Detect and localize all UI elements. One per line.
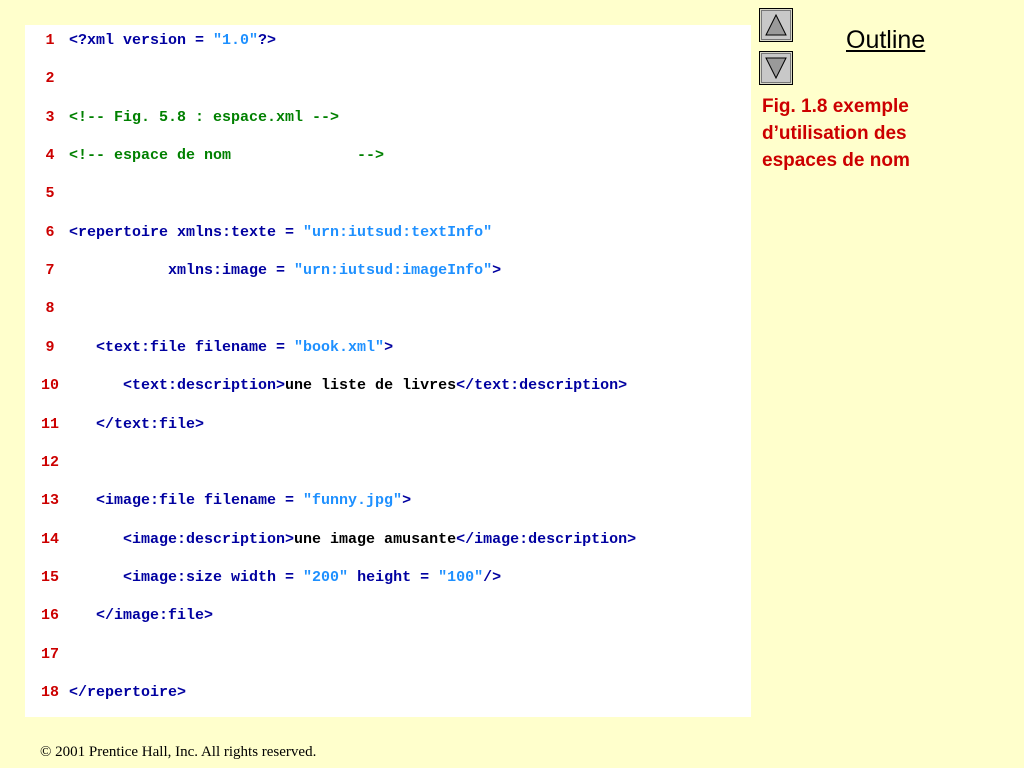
line-number: 4 [45,147,55,165]
code-token: <?xml version = [69,32,214,49]
line-number: 14 [40,530,59,548]
next-slide-button[interactable] [759,51,793,85]
line-number: 1 [45,32,55,49]
figure-caption: Fig. 1.8 exemple d’utilisation des espac… [762,96,910,171]
code-token: </image:file> [69,607,214,625]
code-text: </image:file> [69,605,213,627]
code-token: > [492,262,502,280]
code-listing-panel: 1 <?xml version = "1.0"?> 2 3 <!-- Fig. 5.8 … [25,25,751,717]
code-text: <!-- Fig. 5.8 : espace.xml --> [69,107,339,129]
code-token: > [402,492,412,510]
code-token: "funny.jpg" [303,492,403,510]
code-token: "book.xml" [294,338,385,356]
code-token: "200" [303,568,349,586]
line-number: 3 [45,108,55,126]
code-text: </text:file> [69,414,204,436]
code-text: <text:file filename = "book.xml"> [69,337,393,359]
code-text: <text:description>une liste de livres</t… [69,375,627,397]
code-text: <!-- espace de nom --> [69,145,384,167]
code-text: <?xml version = "1.0"?> [69,30,276,52]
triangle-down-icon [761,53,791,83]
code-token: </text:description> [456,377,628,395]
code-token: </image:description> [456,530,637,548]
line-number: 9 [45,338,55,356]
code-token: <!-- espace de nom --> [69,147,385,165]
code-text: <image:size width = "200" height = "100"… [69,567,501,589]
previous-slide-button[interactable] [759,8,793,42]
code-text: xmlns:image = "urn:iutsud:imageInfo"> [69,260,501,282]
line-number: 13 [40,492,59,510]
code-token: "urn:iutsud:textInfo" [303,223,493,241]
line-number: 5 [45,185,55,203]
code-token: une image amusante [294,530,457,548]
code-token: "100" [438,568,484,586]
line-number: 7 [45,262,55,280]
code-token: /> [483,568,502,586]
line-number: 15 [40,568,59,586]
code-text: </repertoire> [69,682,186,704]
code-token: <image:size width = [69,568,304,586]
line-number: 12 [40,453,59,471]
code-token: "1.0" [213,32,259,49]
triangle-up-icon [761,10,791,40]
copyright-notice: © 2001 Prentice Hall, Inc. All rights re… [40,744,317,760]
code-token: </repertoire> [69,683,187,701]
code-token: <repertoire xmlns:texte = [69,223,304,241]
code-token: <image:file filename = [69,492,304,510]
line-number: 10 [40,377,59,395]
code-token: une liste de livres [285,377,457,395]
line-number: 18 [40,683,59,701]
code-token: ?> [258,32,277,49]
code-text: <image:file filename = "funny.jpg"> [69,490,411,512]
code-token: <image:description> [69,530,295,548]
outline-link[interactable]: Outline [846,26,925,55]
code-token: "urn:iutsud:imageInfo" [294,262,493,280]
code-token: > [384,338,394,356]
code-text: <image:description>une image amusante</i… [69,529,636,551]
code-token: height = [348,568,439,586]
code-text: <repertoire xmlns:texte = "urn:iutsud:te… [69,222,492,244]
line-number: 6 [45,223,55,241]
code-token: <text:file filename = [69,338,295,356]
line-number: 11 [40,415,59,433]
code-token: xmlns:image = [69,262,295,280]
line-number: 16 [40,607,59,625]
line-number: 2 [45,70,55,88]
line-number: 17 [40,645,59,663]
code-token: <text:description> [69,377,286,395]
line-number: 8 [45,300,55,318]
code-token: </text:file> [69,415,205,433]
code-token: <!-- Fig. 5.8 : espace.xml --> [69,108,340,126]
